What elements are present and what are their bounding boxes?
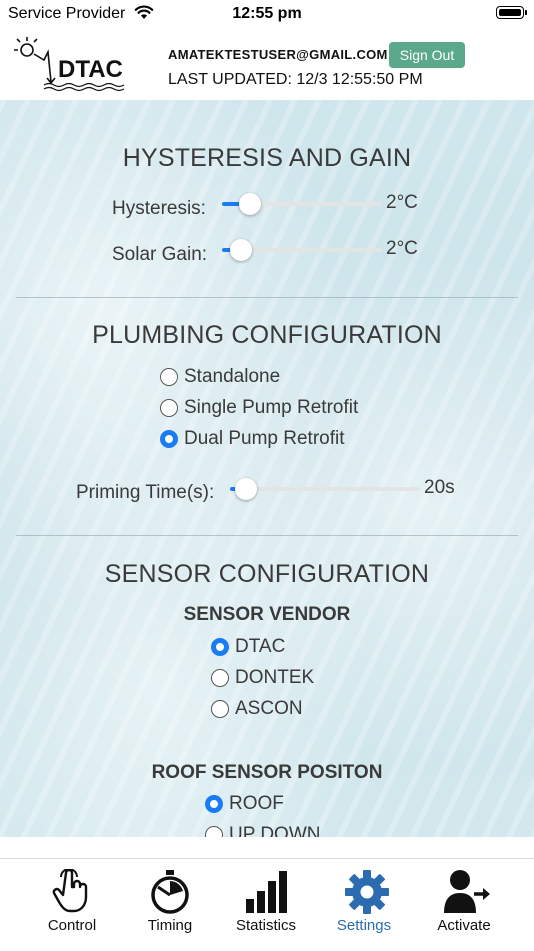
hand-pointer-icon xyxy=(52,869,88,913)
tab-settings[interactable]: Settings xyxy=(316,859,412,951)
hysteresis-label: Hysteresis: xyxy=(112,198,206,219)
tab-label: Activate xyxy=(437,917,491,934)
battery-icon xyxy=(496,6,527,19)
radio-single-pump-retrofit[interactable]: Single Pump Retrofit xyxy=(160,395,358,421)
dtac-logo: DTAC xyxy=(14,37,125,92)
radio-up-down[interactable]: UP DOWN xyxy=(205,822,320,837)
radio-vendor-dontek[interactable]: DONTEK xyxy=(211,665,314,691)
radio-dual-pump-retrofit[interactable]: Dual Pump Retrofit xyxy=(160,426,345,452)
tab-label: Timing xyxy=(147,917,193,934)
slider-thumb[interactable] xyxy=(235,478,258,500)
divider xyxy=(16,535,518,536)
gear-icon xyxy=(345,870,389,914)
hysteresis-slider[interactable] xyxy=(222,189,382,219)
priming-time-value: 20s xyxy=(424,477,455,498)
solar-gain-value: 2°C xyxy=(386,238,418,259)
status-bar: Service Provider 12:55 pm xyxy=(0,0,534,28)
slider-thumb[interactable] xyxy=(238,193,261,215)
radio-vendor-dtac[interactable]: DTAC xyxy=(211,634,285,660)
bar-chart-icon xyxy=(246,871,287,913)
settings-content[interactable]: HYSTERESIS AND GAIN Hysteresis: 2°C Sola… xyxy=(0,100,534,837)
radio-circle[interactable] xyxy=(205,826,223,837)
tab-timing[interactable]: Timing xyxy=(122,859,218,951)
radio-circle[interactable] xyxy=(160,368,178,386)
priming-time-label: Priming Time(s): xyxy=(76,482,215,503)
radio-standalone[interactable]: Standalone xyxy=(160,364,280,390)
sensor-title: SENSOR CONFIGURATION xyxy=(104,560,430,588)
radio-circle[interactable] xyxy=(211,638,229,656)
sign-out-button[interactable]: Sign Out xyxy=(389,42,465,68)
app-header: DTAC AMATEKTESTUSER@GMAIL.COM Sign Out L… xyxy=(0,28,534,100)
divider xyxy=(16,297,518,298)
radio-vendor-ascon[interactable]: ASCON xyxy=(211,696,303,722)
svg-text:DTAC: DTAC xyxy=(58,56,123,83)
last-updated: LAST UPDATED: 12/3 12:55:50 PM xyxy=(168,71,423,88)
radio-circle[interactable] xyxy=(211,669,229,687)
stopwatch-icon xyxy=(151,870,189,914)
tab-statistics[interactable]: Statistics xyxy=(218,859,314,951)
hysteresis-title: HYSTERESIS AND GAIN xyxy=(122,144,412,172)
solar-gain-slider[interactable] xyxy=(222,235,382,265)
sensor-vendor-title: SENSOR VENDOR xyxy=(183,604,351,625)
radio-circle[interactable] xyxy=(211,700,229,718)
radio-roof[interactable]: ROOF xyxy=(205,791,284,817)
solar-gain-label: Solar Gain: xyxy=(112,244,208,265)
radio-circle[interactable] xyxy=(160,430,178,448)
tab-activate[interactable]: Activate xyxy=(416,859,512,951)
tab-label: Statistics xyxy=(235,917,296,934)
priming-time-slider[interactable] xyxy=(230,474,420,504)
user-email: AMATEKTESTUSER@GMAIL.COM xyxy=(168,47,388,62)
radio-circle[interactable] xyxy=(205,795,223,813)
roof-sensor-title: ROOF SENSOR POSITON xyxy=(151,762,383,783)
plumbing-title: PLUMBING CONFIGURATION xyxy=(92,321,442,349)
radio-circle[interactable] xyxy=(160,399,178,417)
hysteresis-value: 2°C xyxy=(386,192,418,213)
user-arrow-icon xyxy=(444,870,490,913)
tab-control[interactable]: Control xyxy=(24,859,120,951)
tab-label: Control xyxy=(47,917,97,934)
tab-bar: Control Timing Statistics Settings Activ… xyxy=(0,858,534,951)
tab-label: Settings xyxy=(336,917,392,934)
slider-thumb[interactable] xyxy=(230,239,253,261)
status-time: 12:55 pm xyxy=(232,5,302,22)
